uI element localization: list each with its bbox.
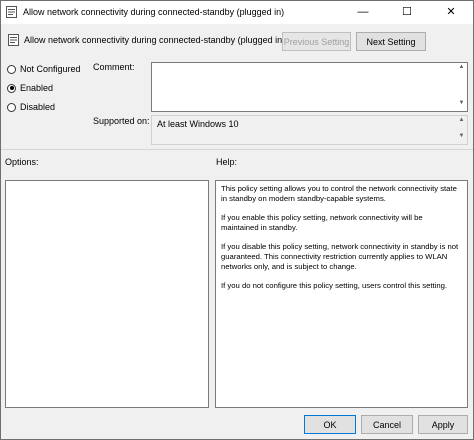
radio-label: Not Configured <box>20 64 81 74</box>
radio-circle[interactable] <box>7 102 16 112</box>
options-panel[interactable] <box>5 180 209 408</box>
apply-button[interactable]: Apply <box>418 415 468 434</box>
policy-setting-icon <box>6 6 17 18</box>
cancel-button[interactable]: Cancel <box>361 415 413 434</box>
policy-setting-icon <box>8 34 19 46</box>
title-bar[interactable]: Allow network connectivity during connec… <box>1 1 473 24</box>
scroll-down-arrow[interactable]: ▼ <box>457 133 466 143</box>
maximize-button[interactable]: ☐ <box>385 1 429 24</box>
options-label: Options: <box>5 157 39 167</box>
ok-button[interactable]: OK <box>304 415 356 434</box>
supported-on-field: At least Windows 10 ▲ ▼ <box>151 115 468 145</box>
scroll-up-arrow[interactable]: ▲ <box>457 117 466 127</box>
radio-not-configured[interactable]: Not Configured <box>7 62 81 76</box>
radio-enabled[interactable]: Enabled <box>7 81 53 95</box>
help-paragraph: This policy setting allows you to contro… <box>221 184 457 204</box>
comment-textarea[interactable]: ▲ ▼ <box>151 62 468 112</box>
comment-label: Comment: <box>93 62 135 72</box>
radio-label: Enabled <box>20 83 54 93</box>
policy-dialog-window: Allow network connectivity during connec… <box>0 0 474 440</box>
previous-setting-button[interactable]: Previous Setting <box>282 32 351 51</box>
help-label: Help: <box>216 157 238 167</box>
scroll-up-arrow[interactable]: ▲ <box>457 64 466 74</box>
minimize-button[interactable]: — <box>341 1 385 24</box>
supported-on-value: At least Windows 10 <box>157 119 239 129</box>
radio-circle[interactable] <box>7 64 16 74</box>
radio-circle[interactable] <box>7 83 16 93</box>
supported-on-label: Supported on: <box>93 116 150 126</box>
scroll-down-arrow[interactable]: ▼ <box>457 100 466 110</box>
help-paragraph: If you enable this policy setting, netwo… <box>221 212 423 233</box>
help-paragraph: If you do not configure this policy sett… <box>221 280 448 290</box>
next-setting-button[interactable]: Next Setting <box>356 32 426 51</box>
section-divider <box>1 149 473 150</box>
radio-disabled[interactable]: Disabled <box>7 100 55 114</box>
window-title: Allow network connectivity during connec… <box>23 7 285 17</box>
setting-title: Allow network connectivity during connec… <box>24 35 286 45</box>
close-button[interactable]: ✕ <box>429 1 473 24</box>
help-panel[interactable]: This policy setting allows you to contro… <box>215 180 468 408</box>
radio-label: Disabled <box>20 102 56 112</box>
help-paragraph: If you disable this policy setting, netw… <box>221 241 459 272</box>
